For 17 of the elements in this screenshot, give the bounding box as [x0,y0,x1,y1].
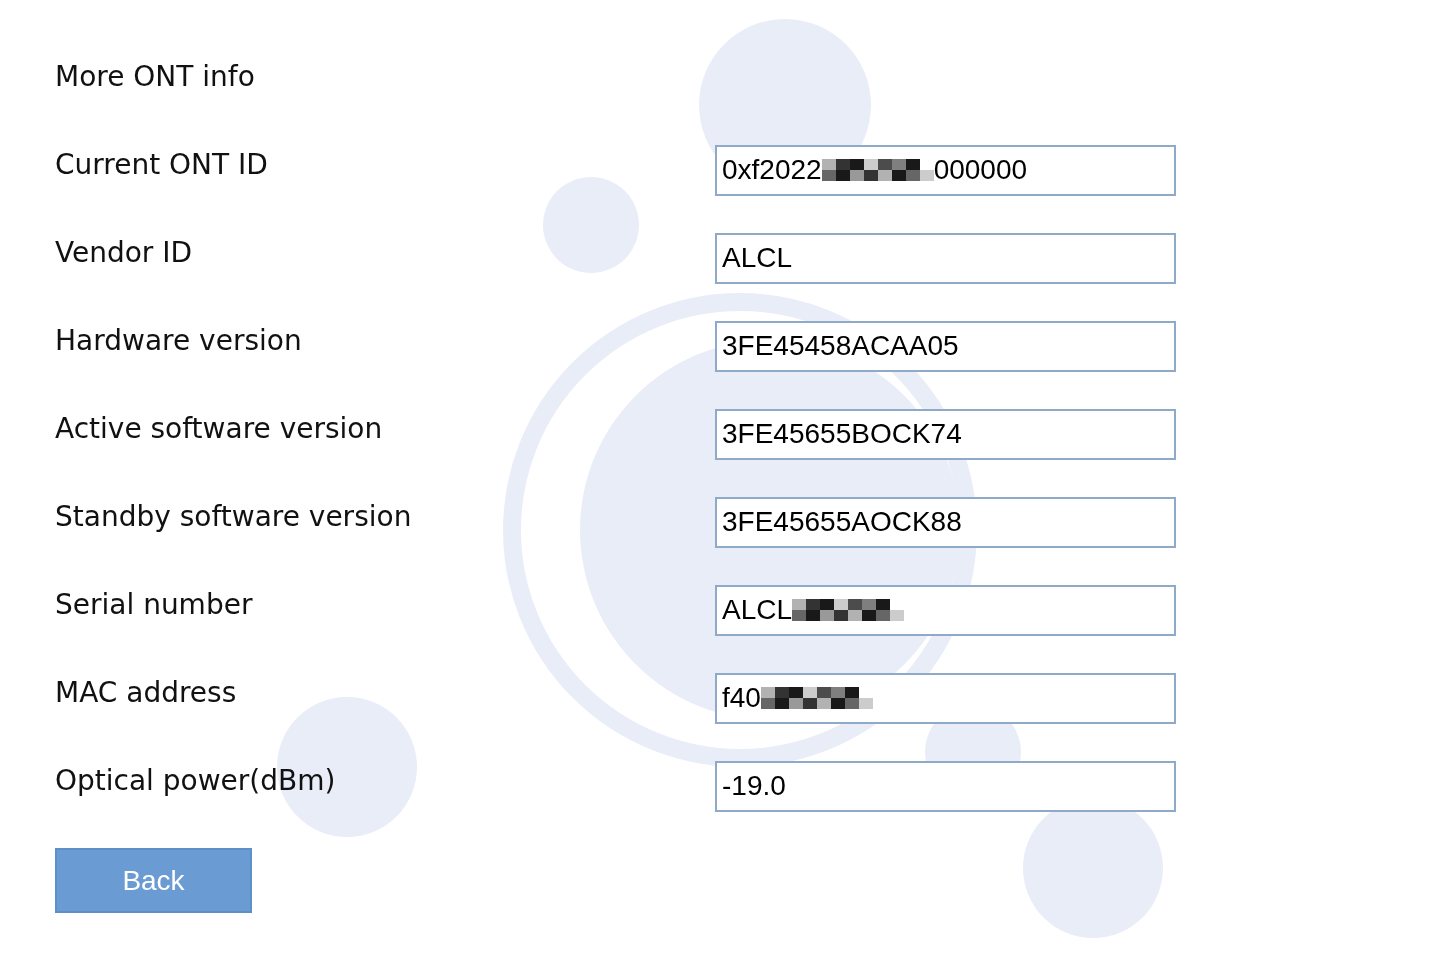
text-field[interactable]: -19.0 [715,760,1176,812]
field-label: MAC address [55,675,238,709]
text-field[interactable]: 3FE45655AOCK88 [715,496,1176,548]
text-field[interactable]: 0xf2022 000000 [715,144,1176,196]
field-label: Active software version [55,411,384,445]
field-label: Hardware version [55,323,303,357]
text-field[interactable]: ALCL [715,232,1176,284]
field-label: Vendor ID [55,235,194,269]
text-field[interactable]: f40 [715,672,1176,724]
text-field[interactable]: 3FE45458ACAA05 [715,320,1176,372]
text-field[interactable]: ALCL [715,584,1176,636]
field-label: Standby software version [55,499,413,533]
text-field[interactable]: 3FE45655BOCK74 [715,408,1176,460]
page-title: More ONT info [55,59,255,93]
field-label: Current ONT ID [55,147,269,181]
field-label: Serial number [55,587,254,621]
field-label: Optical power(dBm) [55,763,337,797]
